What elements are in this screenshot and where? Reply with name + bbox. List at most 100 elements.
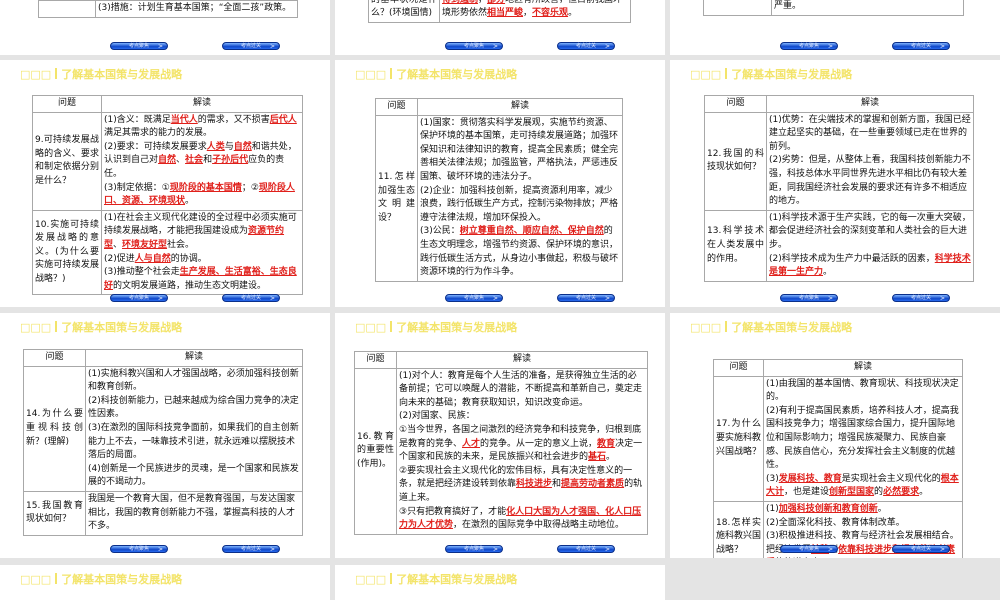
prev-topic-button[interactable]: 考点聚焦 > (110, 42, 168, 50)
chevron-right-icon: > (604, 295, 610, 302)
answer-paragraph: (2)全面深化科技、教育体制改革。 (766, 517, 960, 531)
answer-cell: 我国是一个教育大国，但不是教育强国，与发达国家相比，我国的教育创新能力不强，掌握… (85, 490, 303, 536)
answer-text: (2)科技创新能力，已越来越成为综合国力竞争的决定性因素。 (88, 395, 299, 420)
answer-cell: (1)优势：在尖端技术的掌握和创新方面，我国已经建立起坚实的基础，在一些重要领域… (766, 111, 974, 211)
answer-text: 。 (606, 452, 616, 463)
key-point: 基石 (588, 452, 607, 463)
answer-text: 。 (185, 196, 195, 207)
question-cell: 11.怎样加强生态文明建设？ (375, 114, 418, 282)
next-topic-button[interactable]: 考点过关 > (557, 42, 615, 50)
slide-title: □□□ 了解基本国策与发展战略 (20, 571, 182, 587)
answer-paragraph: ②要实现社会主义现代化的宏伟目标，具有决定性意义的一条，就是把经济建设转到依靠科… (399, 465, 645, 506)
answer-text: (1)由我国的基本国情、教育现状、科技现状决定的。 (766, 378, 959, 403)
question-cell: 15.我国教育现状如何？ (23, 490, 86, 536)
answer-paragraph: (1)加强科技创新和教育创新。 (766, 503, 960, 517)
table-header-row: 问题 解读 (375, 98, 623, 116)
next-topic-button[interactable]: 考点过关 > (557, 294, 615, 302)
prev-topic-button[interactable]: 考点聚焦 > (445, 294, 503, 302)
answer-cell: 严重。 (771, 0, 964, 16)
title-prefix: □□□ (20, 321, 52, 334)
answer-text: 满足其需求的能力的发展。 (104, 128, 213, 139)
prev-topic-button[interactable]: 考点聚焦 > (110, 545, 168, 553)
answer-paragraph: (2)促进人与自然的协调。 (104, 253, 300, 267)
answer-text: (1) (766, 503, 779, 514)
title-text: 了解基本国策与发展战略 (731, 321, 853, 334)
key-point: 创新型国家 (829, 487, 875, 498)
button-label: 考点聚焦 (463, 546, 484, 552)
next-topic-button[interactable]: 考点过关 > (892, 545, 950, 553)
key-point: 人才 (462, 438, 481, 449)
title-text: 了解基本国策与发展战略 (396, 573, 518, 586)
button-label: 考点聚焦 (463, 295, 484, 301)
answer-text: 和 (203, 155, 213, 166)
next-topic-button[interactable]: 考点过关 > (557, 545, 615, 553)
answer-text: (1)实施科教兴国和人才强国战略，必须加强科技创新和教育创新。 (88, 368, 299, 393)
key-point: 后代人 (269, 114, 297, 125)
answer-text: ， (478, 0, 487, 5)
prev-topic-button[interactable]: 考点聚焦 > (780, 294, 838, 302)
prev-topic-button[interactable]: 考点聚焦 > (780, 545, 838, 553)
qa-table: (3)措施：计划生育基本国策；“全面二孩”政策。 (38, 0, 298, 18)
slide-title: □□□ 了解基本国策与发展战略 (20, 319, 182, 335)
title-divider (390, 68, 393, 79)
answer-paragraph: (3)公民：树立尊重自然、顺应自然、保护自然的生态文明理念，增强节约资源、保护环… (420, 225, 620, 279)
prev-topic-button[interactable]: 考点聚焦 > (445, 42, 503, 50)
slide: (3)措施：计划生育基本国策；“全面二孩”政策。考点聚焦 > 考点过关 > (0, 0, 330, 55)
chevron-right-icon: > (827, 43, 833, 50)
button-label: 考点聚焦 (798, 546, 819, 552)
question-cell: 12.我国的科技现状如何？ (704, 111, 767, 211)
chevron-right-icon: > (157, 43, 163, 50)
prev-topic-button[interactable]: 考点聚焦 > (780, 42, 838, 50)
qa-table: 的基本状况是什么？(环境国情)得到遏制，部分地区有所改善，但目前我国环境形势依然… (368, 0, 631, 24)
table-row: 17.为什么要实施科教兴国战略？ (1)由我国的基本国情、教育现状、科技现状决定的… (713, 375, 963, 502)
answer-text: (3)制定依据：① (104, 182, 170, 193)
next-topic-button[interactable]: 考点过关 > (222, 42, 280, 50)
key-point: 自然 (158, 155, 177, 166)
key-point: 环境友好型 (122, 239, 168, 250)
answer-paragraph: (1)对个人：教育是每个人生活的准备，是获得独立生活的必备前提；它可以唤醒人的潜… (399, 370, 645, 411)
button-label: 考点过关 (910, 546, 931, 552)
answer-text: 与 (224, 141, 234, 152)
next-topic-button[interactable]: 考点过关 > (222, 545, 280, 553)
next-topic-button[interactable]: 考点过关 > (222, 294, 280, 302)
answer-text: (3)推动整个社会走 (104, 267, 180, 278)
answer-text: 、 (176, 155, 186, 166)
title-text: 了解基本国策与发展战略 (731, 68, 853, 81)
key-point: 加强科技创新和教育创新 (778, 503, 878, 514)
key-point: 不容乐观 (532, 8, 569, 19)
prev-topic-button[interactable]: 考点聚焦 > (110, 294, 168, 302)
answer-cell: (1)实施科教兴国和人才强国战略，必须加强科技创新和教育创新。 (2)科技创新能力… (85, 365, 303, 492)
chevron-right-icon: > (157, 295, 163, 302)
header-question: 问题 (32, 95, 102, 113)
table-row: (3)措施：计划生育基本国策；“全面二孩”政策。 (38, 0, 298, 18)
key-point: 部分 (487, 0, 505, 5)
header-answer: 解读 (101, 95, 303, 113)
answer-text: (2)促进 (104, 253, 135, 264)
answer-text: (1)国家：贯彻落实科学发展观，实施节约资源、保护环境的基本国策，走可持续发展道… (420, 117, 619, 182)
next-topic-button[interactable]: 考点过关 > (892, 42, 950, 50)
table-row: 15.我国教育现状如何？ 我国是一个教育大国，但不是教育强国，与发达国家相比，我国… (23, 490, 303, 536)
answer-paragraph: 得到遏制，部分地区有所改善，但目前我国环境形势依然相当严峻，不容乐观。 (442, 0, 628, 21)
title-divider (725, 321, 728, 332)
answer-cell: (1)国家：贯彻落实科学发展观，实施节约资源、保护环境的基本国策，走可持续发展道… (417, 114, 623, 282)
table-row: 12.我国的科技现状如何？ (1)优势：在尖端技术的掌握和创新方面，我国已经建立起… (704, 111, 974, 211)
prev-topic-button[interactable]: 考点聚焦 > (445, 545, 503, 553)
title-prefix: □□□ (355, 573, 387, 586)
answer-text: (2)劣势：但是，从整体上看，我国科技创新能力不强，科技总体水平同世界先进水平相… (769, 155, 971, 207)
key-point: 社会 (185, 155, 204, 166)
title-text: 了解基本国策与发展战略 (396, 321, 518, 334)
qa-table: 问题 解读 11.怎样加强生态文明建设？ (1)国家：贯彻落实科学发展观，实施节约资源… (375, 98, 623, 282)
answer-paragraph: (1)由我国的基本国情、教育现状、科技现状决定的。 (766, 378, 960, 405)
question-cell (38, 0, 96, 18)
key-point: 人类 (206, 141, 225, 152)
answer-paragraph: (1)实施科教兴国和人才强国战略，必须加强科技创新和教育创新。 (88, 368, 300, 395)
answer-text: (2)全面深化科技、教育体制改革。 (766, 517, 905, 528)
chevron-right-icon: > (269, 546, 275, 553)
header-answer: 解读 (417, 98, 623, 116)
answer-text: 。 (877, 503, 887, 514)
header-question: 问题 (354, 351, 397, 369)
slide-title: □□□ 了解基本国策与发展战略 (355, 319, 517, 335)
answer-paragraph: (2)要求：可持续发展要求人类与自然和谐共处，认识到自己对自然、社会和子孙后代应… (104, 141, 300, 182)
next-topic-button[interactable]: 考点过关 > (892, 294, 950, 302)
chevron-right-icon: > (939, 546, 945, 553)
